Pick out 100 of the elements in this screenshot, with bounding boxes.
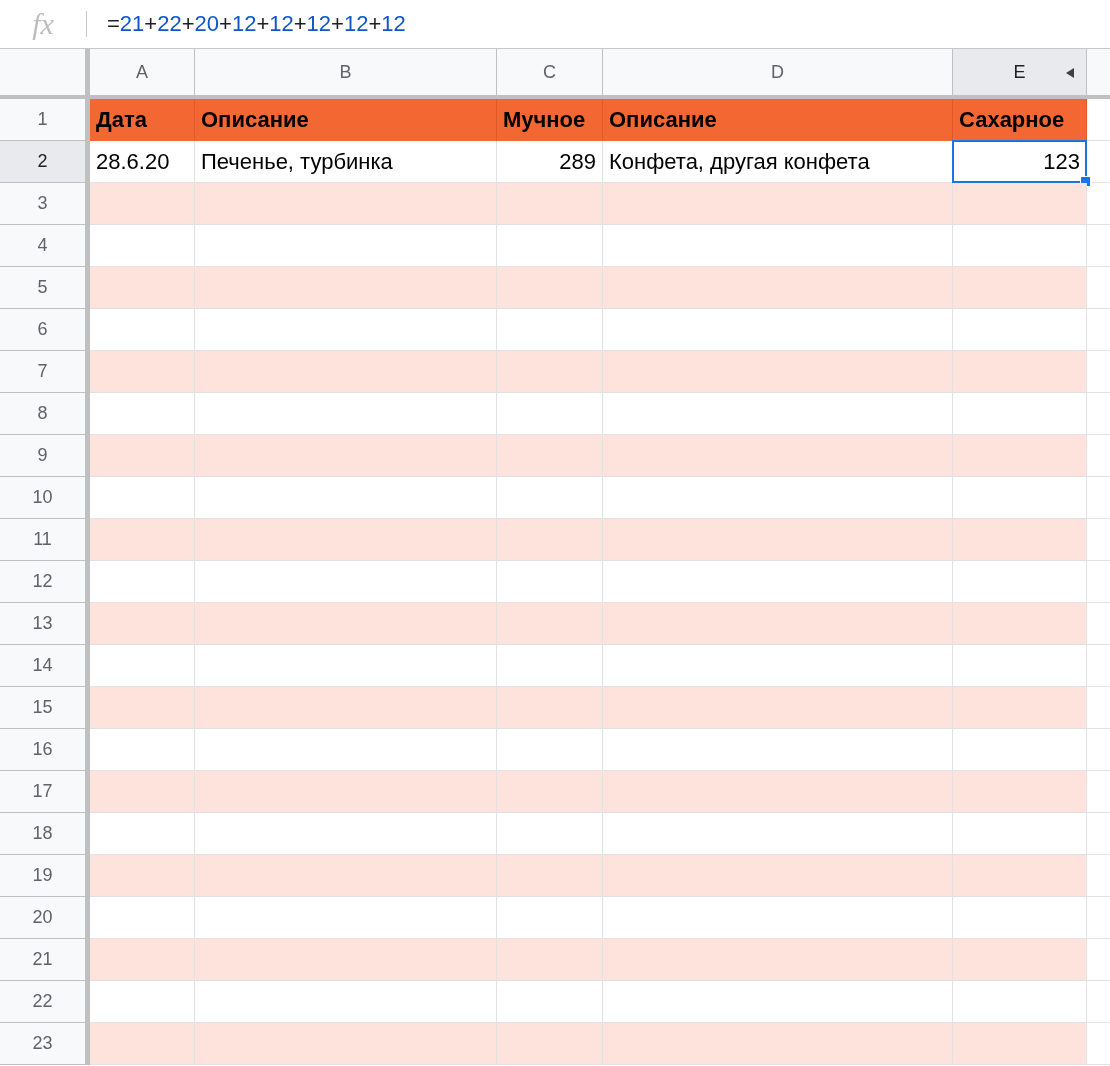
table-cell[interactable] <box>497 225 603 267</box>
table-cell[interactable] <box>90 729 195 771</box>
table-cell[interactable] <box>195 813 497 855</box>
table-cell[interactable] <box>195 435 497 477</box>
row-header[interactable]: 6 <box>0 309 90 351</box>
row-header[interactable]: 3 <box>0 183 90 225</box>
table-cell[interactable] <box>497 561 603 603</box>
table-cell[interactable] <box>90 183 195 225</box>
table-cell[interactable] <box>90 519 195 561</box>
table-cell[interactable] <box>603 267 953 309</box>
table-cell[interactable] <box>953 813 1087 855</box>
table-cell[interactable] <box>497 1023 603 1065</box>
table-cell[interactable]: Мучное <box>497 99 603 141</box>
row-header[interactable]: 20 <box>0 897 90 939</box>
table-cell[interactable] <box>603 939 953 981</box>
table-cell[interactable] <box>195 351 497 393</box>
row-header[interactable]: 12 <box>0 561 90 603</box>
table-cell[interactable] <box>195 477 497 519</box>
table-cell[interactable] <box>90 645 195 687</box>
table-cell[interactable] <box>953 477 1087 519</box>
table-cell[interactable] <box>953 519 1087 561</box>
table-cell[interactable] <box>195 519 497 561</box>
table-cell[interactable] <box>603 603 953 645</box>
column-header[interactable]: E <box>953 49 1087 99</box>
row-header[interactable]: 13 <box>0 603 90 645</box>
row-header[interactable]: 22 <box>0 981 90 1023</box>
table-cell[interactable] <box>497 687 603 729</box>
table-cell[interactable] <box>497 813 603 855</box>
table-cell[interactable] <box>497 435 603 477</box>
table-cell[interactable]: Описание <box>195 99 497 141</box>
row-header[interactable]: 23 <box>0 1023 90 1065</box>
table-cell[interactable] <box>953 729 1087 771</box>
table-cell[interactable] <box>603 435 953 477</box>
table-cell[interactable] <box>603 729 953 771</box>
table-cell[interactable]: Печенье, турбинка <box>195 141 497 183</box>
table-cell[interactable] <box>497 897 603 939</box>
table-cell[interactable] <box>90 687 195 729</box>
row-header[interactable]: 17 <box>0 771 90 813</box>
table-cell[interactable] <box>603 393 953 435</box>
table-cell[interactable]: 289 <box>497 141 603 183</box>
table-cell[interactable] <box>603 477 953 519</box>
table-cell[interactable] <box>195 981 497 1023</box>
table-cell[interactable] <box>90 435 195 477</box>
table-cell[interactable] <box>603 1023 953 1065</box>
table-cell[interactable] <box>195 687 497 729</box>
row-header[interactable]: 18 <box>0 813 90 855</box>
row-header[interactable]: 7 <box>0 351 90 393</box>
table-cell[interactable] <box>497 309 603 351</box>
table-cell[interactable] <box>603 771 953 813</box>
table-cell[interactable] <box>603 981 953 1023</box>
table-cell[interactable] <box>497 855 603 897</box>
table-cell[interactable] <box>90 771 195 813</box>
table-cell[interactable] <box>603 225 953 267</box>
table-cell[interactable] <box>497 351 603 393</box>
column-header[interactable]: B <box>195 49 497 99</box>
table-cell[interactable] <box>953 981 1087 1023</box>
table-cell[interactable] <box>603 351 953 393</box>
table-cell[interactable] <box>195 897 497 939</box>
table-cell[interactable] <box>497 645 603 687</box>
table-cell[interactable] <box>497 267 603 309</box>
table-cell[interactable] <box>195 183 497 225</box>
table-cell[interactable] <box>953 267 1087 309</box>
table-cell[interactable] <box>953 897 1087 939</box>
table-cell[interactable] <box>195 603 497 645</box>
table-cell[interactable] <box>497 771 603 813</box>
table-cell[interactable] <box>603 813 953 855</box>
table-cell[interactable] <box>953 393 1087 435</box>
table-cell[interactable] <box>497 729 603 771</box>
table-cell[interactable] <box>953 855 1087 897</box>
table-cell[interactable] <box>195 855 497 897</box>
table-cell[interactable] <box>953 309 1087 351</box>
table-cell[interactable] <box>195 267 497 309</box>
table-cell[interactable]: Описание <box>603 99 953 141</box>
table-cell[interactable] <box>497 183 603 225</box>
table-cell[interactable]: 28.6.20 <box>90 141 195 183</box>
table-cell[interactable] <box>603 561 953 603</box>
table-cell[interactable] <box>195 729 497 771</box>
table-cell[interactable] <box>195 1023 497 1065</box>
table-cell[interactable] <box>497 603 603 645</box>
table-cell[interactable] <box>603 855 953 897</box>
table-cell[interactable] <box>90 351 195 393</box>
table-cell[interactable] <box>953 1023 1087 1065</box>
row-header[interactable]: 19 <box>0 855 90 897</box>
table-cell[interactable] <box>90 393 195 435</box>
table-cell[interactable] <box>90 603 195 645</box>
table-cell[interactable] <box>603 687 953 729</box>
row-header[interactable]: 5 <box>0 267 90 309</box>
table-cell[interactable] <box>90 1023 195 1065</box>
table-cell[interactable]: Дата <box>90 99 195 141</box>
table-cell[interactable] <box>497 393 603 435</box>
column-header[interactable]: D <box>603 49 953 99</box>
table-cell[interactable] <box>90 813 195 855</box>
table-cell[interactable] <box>195 771 497 813</box>
table-cell[interactable] <box>90 267 195 309</box>
table-cell[interactable] <box>953 603 1087 645</box>
row-header[interactable]: 8 <box>0 393 90 435</box>
table-cell[interactable] <box>953 687 1087 729</box>
table-cell[interactable] <box>90 225 195 267</box>
table-cell[interactable] <box>953 771 1087 813</box>
formula-field[interactable]: =21+22+20+12+12+12+12+12 <box>107 11 406 37</box>
